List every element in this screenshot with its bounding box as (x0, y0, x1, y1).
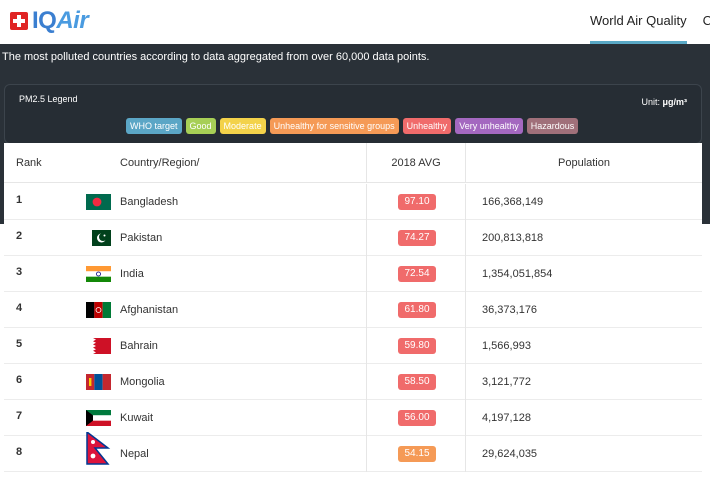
country-flag-icon (86, 302, 111, 318)
country-flag-icon (86, 194, 111, 210)
table-header: Rank Country/Region/ 2018 AVG Population (4, 143, 702, 183)
country-name[interactable]: Pakistan (120, 232, 162, 244)
header-2018-avg[interactable]: 2018 AVG (366, 143, 466, 183)
avg-cell: 54.15 (366, 436, 466, 472)
country-name[interactable]: Afghanistan (120, 304, 178, 316)
table-row[interactable]: 2 Pakistan 74.27 200,813,818 (4, 220, 702, 256)
country-name[interactable]: Bangladesh (120, 196, 178, 208)
population-cell: 4,197,128 (482, 412, 531, 424)
population-cell: 29,624,035 (482, 448, 538, 460)
main-nav: World Air Quality Co (590, 0, 710, 44)
table-row[interactable]: 4 Afghanistan 61.80 36,373,176 (4, 292, 702, 328)
aqi-badge: 58.50 (398, 374, 436, 390)
population-cell: 166,368,149 (482, 196, 544, 208)
legend-chip: WHO target (126, 118, 182, 134)
avg-cell: 56.00 (366, 400, 466, 436)
aqi-badge: 72.54 (398, 266, 436, 282)
unit-label: Unit: μg/m³ (641, 97, 687, 107)
population-cell: 1,566,993 (482, 340, 531, 352)
rank-cell: 7 (16, 410, 23, 422)
legend-chip: Good (185, 118, 216, 134)
rank-cell: 6 (16, 374, 23, 386)
legend-chip: Moderate (219, 118, 266, 134)
iqair-logo[interactable]: IQAir (10, 7, 89, 35)
nav-item-truncated[interactable]: Co (703, 0, 710, 44)
rank-cell: 3 (16, 266, 23, 278)
country-name[interactable]: Mongolia (120, 376, 165, 388)
avg-cell: 58.50 (366, 364, 466, 400)
rank-cell: 1 (16, 194, 23, 206)
table-row[interactable]: 5 Bahrain 59.80 1,566,993 (4, 328, 702, 364)
avg-cell: 74.27 (366, 220, 466, 256)
legend-chips: WHO target Good Moderate Unhealthy for sens… (126, 118, 579, 134)
population-cell: 3,121,772 (482, 376, 531, 388)
country-name[interactable]: Kuwait (120, 412, 153, 424)
table-row[interactable]: 3 India 72.54 1,354,051,854 (4, 256, 702, 292)
population-cell: 200,813,818 (482, 232, 544, 244)
legend-chip: Very unhealthy (455, 118, 523, 134)
country-flag-icon (86, 374, 111, 390)
rank-cell: 2 (16, 230, 23, 242)
header-population[interactable]: Population (466, 143, 702, 183)
legend-chip: Hazardous (526, 118, 579, 134)
country-name[interactable]: Bahrain (120, 340, 158, 352)
population-cell: 36,373,176 (482, 304, 538, 316)
logo-text: IQAir (32, 7, 89, 34)
aqi-badge: 54.15 (398, 446, 436, 462)
avg-cell: 61.80 (366, 292, 466, 328)
country-flag-icon (86, 338, 111, 354)
aqi-badge: 59.80 (398, 338, 436, 354)
avg-cell: 97.10 (366, 184, 466, 220)
country-flag-icon (86, 230, 111, 246)
aqi-badge: 61.80 (398, 302, 436, 318)
page-subtitle: The most polluted countries according to… (2, 51, 430, 63)
avg-cell: 59.80 (366, 328, 466, 364)
legend-chip: Unhealthy (402, 118, 452, 134)
rank-cell: 4 (16, 302, 23, 314)
aqi-badge: 97.10 (398, 194, 436, 210)
top-navbar: IQAir World Air Quality Co (0, 0, 710, 44)
country-flag-icon (86, 410, 111, 426)
aqi-badge: 56.00 (398, 410, 436, 426)
avg-cell: 72.54 (366, 256, 466, 292)
aqi-badge: 74.27 (398, 230, 436, 246)
table-row[interactable]: 1 Bangladesh 97.10 166,368,149 (4, 184, 702, 220)
rank-cell: 8 (16, 446, 23, 458)
table-row[interactable]: 8 Nepal 54.15 29,624,035 (4, 430, 702, 472)
legend-chip: Unhealthy for sensitive groups (269, 118, 399, 134)
header-rank[interactable]: Rank (16, 143, 42, 183)
legend-title: PM2.5 Legend (19, 94, 78, 104)
country-flag-icon (86, 430, 111, 470)
population-cell: 1,354,051,854 (482, 268, 553, 280)
pm25-legend: PM2.5 Legend Unit: μg/m³ WHO target Good M… (4, 84, 702, 144)
header-country[interactable]: Country/Region/ (120, 143, 200, 183)
rank-cell: 5 (16, 338, 23, 350)
table-row[interactable]: 7 Kuwait 56.00 4,197,128 (4, 400, 702, 436)
country-name[interactable]: India (120, 268, 144, 280)
country-flag-icon (86, 266, 111, 282)
table-row[interactable]: 6 Mongolia 58.50 3,121,772 (4, 364, 702, 400)
nav-item-world-air-quality[interactable]: World Air Quality (590, 0, 687, 44)
ranking-table: Rank Country/Region/ 2018 AVG Population… (4, 143, 702, 478)
country-name[interactable]: Nepal (120, 448, 149, 460)
swiss-flag-icon (10, 12, 28, 30)
